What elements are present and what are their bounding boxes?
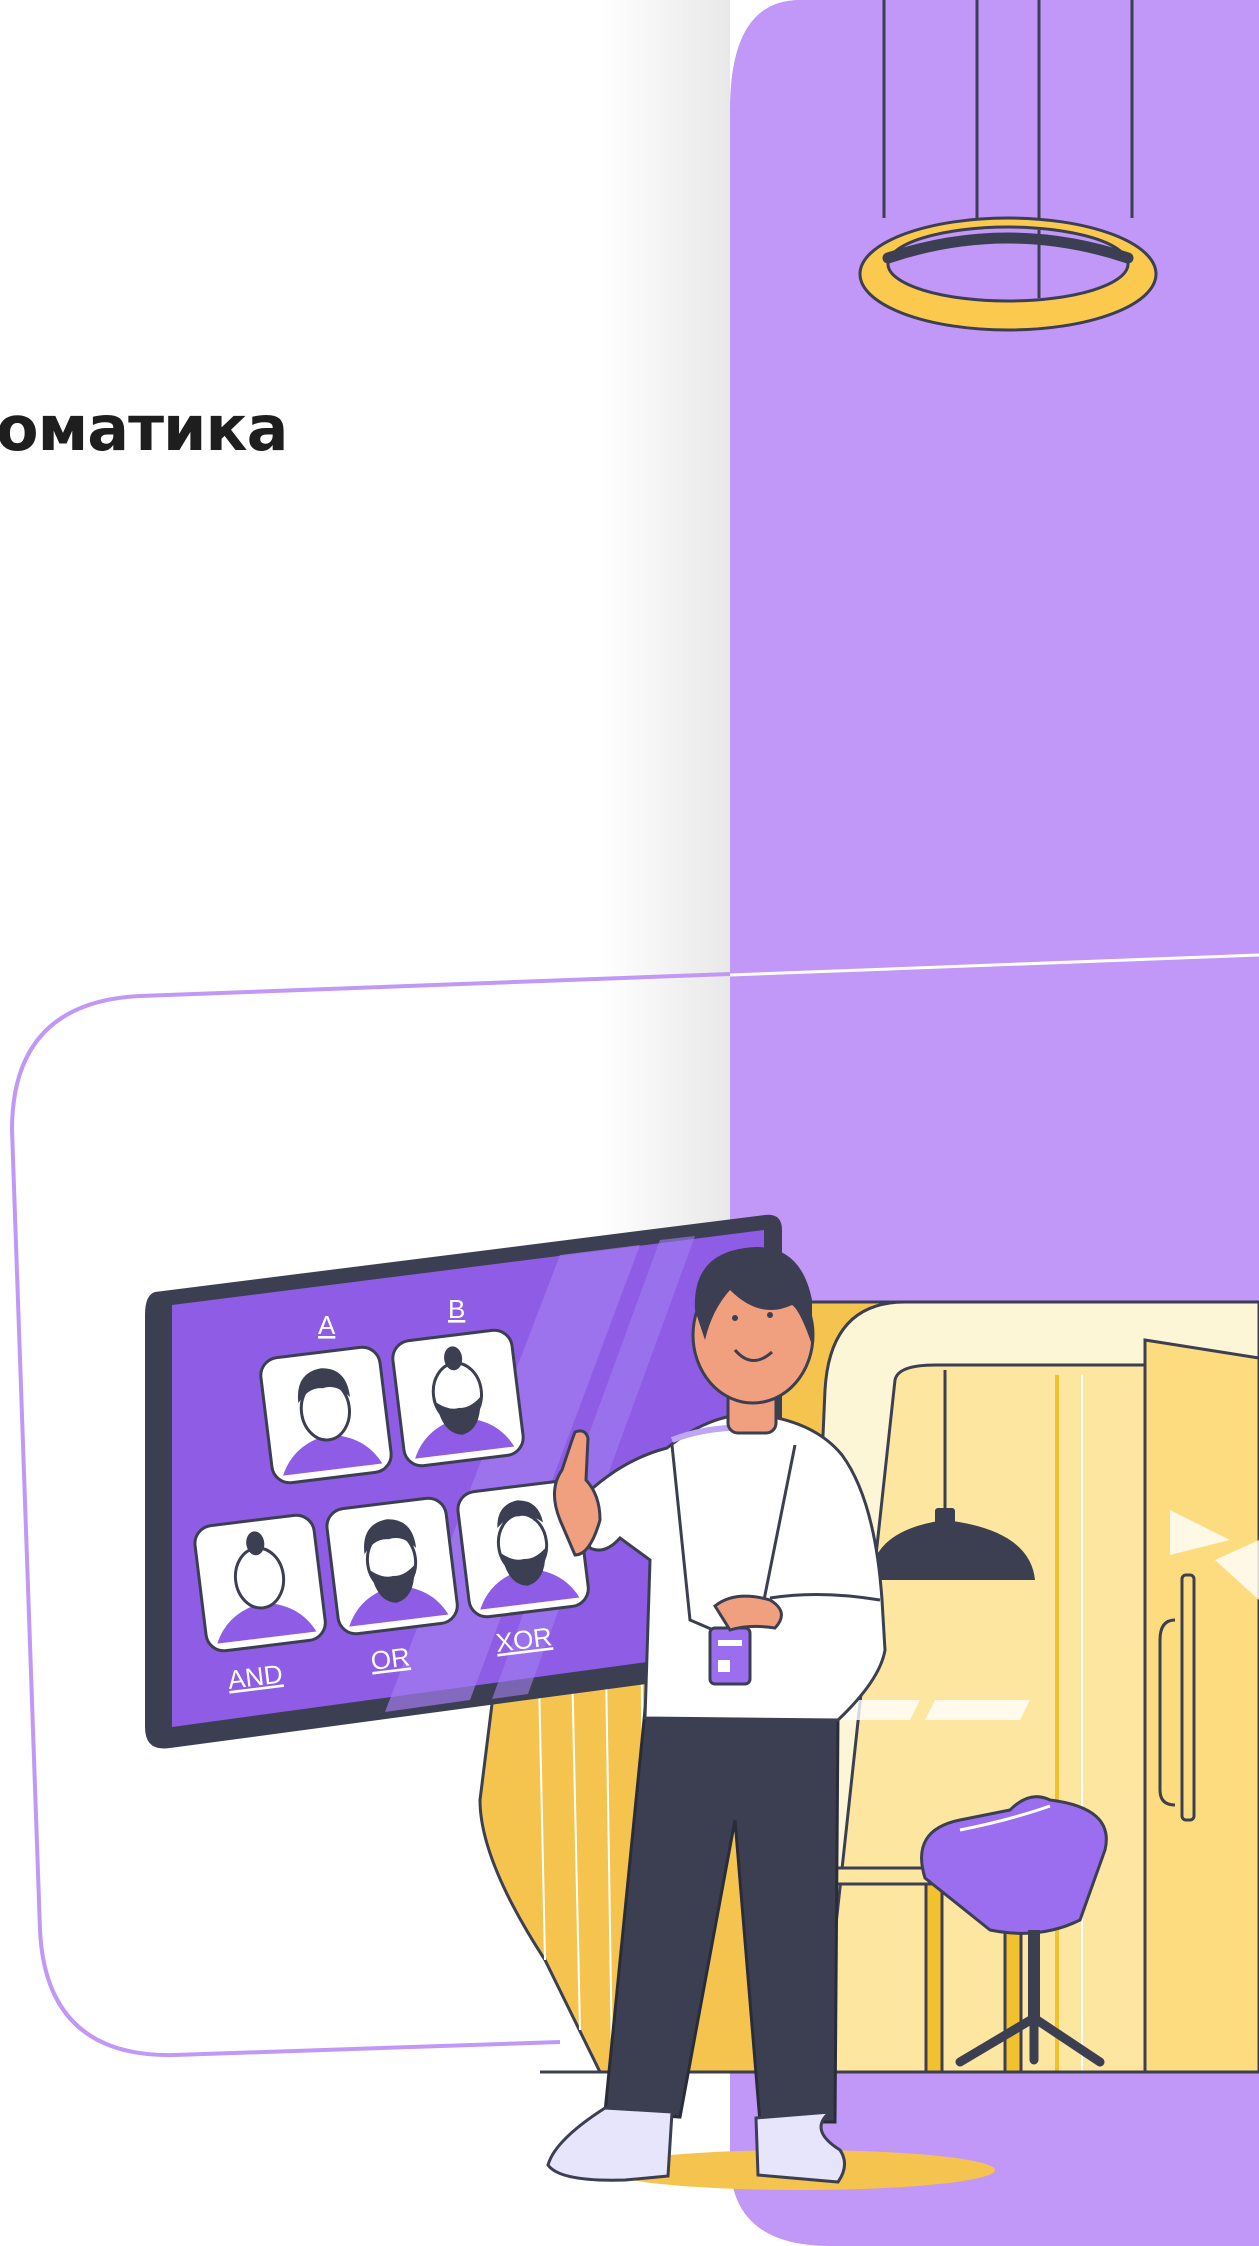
badge-icon [708, 1626, 752, 1686]
avatar-or [325, 1496, 459, 1636]
avatar-a [259, 1345, 393, 1485]
page: оматика A B AND OR XOR [0, 0, 1259, 2246]
avatar-b [391, 1328, 525, 1468]
illustration: A B AND OR XOR [9, 0, 1259, 2246]
label-a: A [318, 1310, 336, 1340]
label-b: B [448, 1294, 465, 1324]
avatar-and [193, 1513, 327, 1653]
label-or: OR [369, 1641, 411, 1676]
